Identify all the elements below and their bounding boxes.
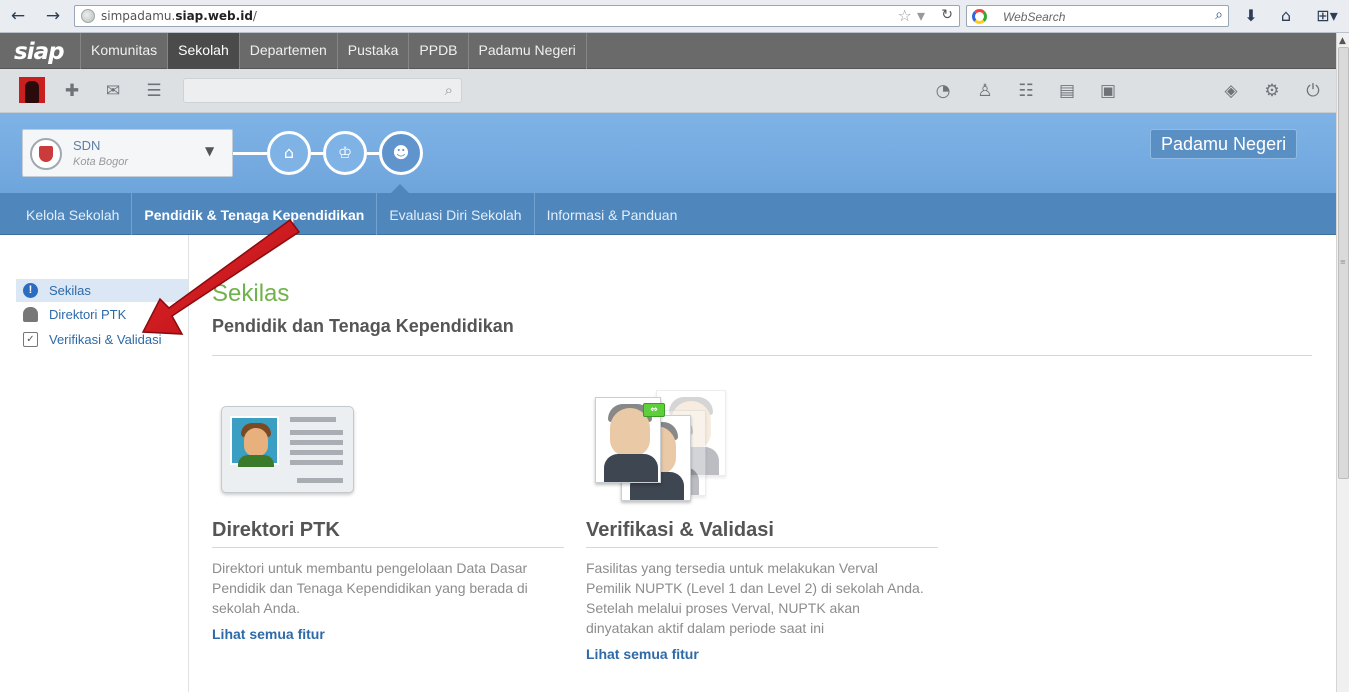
sidebar-item-label: Sekilas [49, 283, 91, 298]
section-tab-evaluasi[interactable]: Evaluasi Diri Sekolah [377, 193, 535, 235]
magnifier-icon[interactable]: ⌕ [1215, 7, 1223, 23]
url-text: simpadamu.siap.web.id/ [101, 9, 257, 23]
browser-toolbar: ← → simpadamu.siap.web.id/ ☆ ▾ ↻ WebSear… [0, 0, 1349, 33]
addons-icon[interactable]: ⊞▾ [1312, 5, 1342, 27]
power-icon[interactable]: ⏻ [1302, 80, 1324, 102]
back-arrow-icon[interactable]: ← [7, 6, 29, 26]
gear-icon[interactable]: ⚙ [1261, 80, 1283, 102]
utility-bar: ✚ ✉ ☰ ⌕ ◔ ♙ ☷ ▤ ▣ ◈ ⚙ ⏻ [0, 69, 1336, 113]
site-navbar: siap Komunitas Sekolah Departemen Pustak… [0, 33, 1336, 69]
section-navbar: Kelola Sekolah Pendidik & Tenaga Kependi… [0, 193, 1336, 235]
document-icon[interactable]: ▤ [1056, 80, 1078, 102]
browser-search-placeholder: WebSearch [1003, 10, 1066, 24]
mail-icon[interactable]: ✉ [102, 80, 124, 102]
site-search-input[interactable]: ⌕ [183, 78, 462, 103]
page-title: Sekilas [212, 280, 290, 307]
info-icon: ! [23, 283, 38, 298]
school-logo [30, 138, 62, 170]
chevron-down-icon[interactable]: ▼ [205, 144, 214, 158]
section-tab-ptk[interactable]: Pendidik & Tenaga Kependidikan [132, 193, 378, 235]
nav-tab-sekolah[interactable]: Sekolah [167, 33, 239, 69]
scroll-thumb[interactable]: ≡ [1338, 47, 1349, 479]
browser-search-input[interactable]: WebSearch ⌕ [966, 5, 1229, 27]
home-icon[interactable]: ⌂ [1274, 5, 1298, 27]
see-all-features-link[interactable]: Lihat semua fitur [586, 646, 699, 662]
step-connector [367, 152, 379, 155]
person-icon [23, 307, 38, 322]
group-icon[interactable]: ☷ [1015, 80, 1037, 102]
sidebar-item-label: Verifikasi & Validasi [49, 332, 162, 347]
card-verifikasi-validasi: ⇔ Verifikasi & Validasi Fasilitas yang t… [586, 385, 938, 685]
package-icon[interactable]: ◈ [1220, 80, 1242, 102]
step-school-icon[interactable]: ⌂ [267, 131, 311, 175]
swap-icon: ⇔ [643, 403, 665, 417]
card-description: Direktori untuk membantu pengelolaan Dat… [212, 560, 528, 616]
step-person-icon[interactable]: ☻ [379, 131, 423, 175]
search-engine-icon[interactable] [972, 9, 987, 24]
divider [212, 355, 1312, 356]
school-name: SDN [73, 138, 101, 153]
scroll-up-icon[interactable]: ▲ [1339, 36, 1346, 46]
school-header: SDN Kota Bogor ▼ ⌂ ♔ ☻ Padamu Negeri [0, 113, 1336, 193]
school-selector[interactable]: SDN Kota Bogor ▼ [22, 129, 233, 177]
rss-icon[interactable]: ◔ [932, 80, 954, 102]
step-connector [233, 152, 267, 155]
active-step-pointer [391, 184, 409, 193]
school-city: Kota Bogor [73, 156, 129, 168]
padamu-negeri-badge[interactable]: Padamu Negeri [1150, 129, 1298, 159]
section-tab-informasi[interactable]: Informasi & Panduan [535, 193, 690, 235]
sidebar-item-direktori-ptk[interactable]: Direktori PTK [16, 303, 188, 326]
scrollbar[interactable]: ▲ ≡ [1336, 33, 1349, 692]
sidebar: ! Sekilas Direktori PTK ✓ Verifikasi & V… [0, 235, 189, 692]
step-connector [311, 152, 323, 155]
contact-card-icon[interactable]: ▣ [1097, 80, 1119, 102]
nav-tab-ppdb[interactable]: PPDB [408, 33, 467, 69]
verval-illustration: ⇔ [586, 385, 938, 510]
id-card-illustration [212, 385, 564, 510]
nav-tab-komunitas[interactable]: Komunitas [80, 33, 167, 69]
nav-tab-departemen[interactable]: Departemen [238, 33, 337, 69]
sidebar-item-sekilas[interactable]: ! Sekilas [16, 279, 188, 302]
globe-icon [81, 9, 95, 23]
nav-tab-pustaka[interactable]: Pustaka [336, 33, 409, 69]
step-crown-icon[interactable]: ♔ [323, 131, 367, 175]
sidebar-item-verifikasi[interactable]: ✓ Verifikasi & Validasi [16, 328, 188, 351]
avatar[interactable] [19, 77, 45, 103]
see-all-features-link[interactable]: Lihat semua fitur [212, 626, 325, 642]
reload-icon[interactable]: ↻ [941, 7, 953, 23]
nav-tab-padamu-negeri[interactable]: Padamu Negeri [467, 33, 587, 69]
clipboard-check-icon: ✓ [23, 332, 38, 347]
card-title: Direktori PTK [212, 519, 564, 548]
page-subtitle: Pendidik dan Tenaga Kependidikan [212, 316, 514, 336]
organization-icon[interactable]: ♙ [974, 80, 996, 102]
card-title: Verifikasi & Validasi [586, 519, 938, 548]
bookmark-star-icon[interactable]: ☆ ▾ [898, 6, 925, 25]
section-tab-kelola-sekolah[interactable]: Kelola Sekolah [14, 193, 133, 235]
url-bar[interactable]: simpadamu.siap.web.id/ ☆ ▾ ↻ [74, 5, 960, 27]
card-description: Fasilitas yang tersedia untuk melakukan … [586, 560, 924, 636]
siap-logo[interactable]: siap [14, 39, 65, 65]
forward-arrow-icon[interactable]: → [42, 6, 64, 26]
new-post-icon[interactable]: ✚ [61, 80, 83, 102]
card-direktori-ptk: Direktori PTK Direktori untuk membantu p… [212, 385, 564, 685]
list-icon[interactable]: ☰ [143, 80, 165, 102]
download-icon[interactable]: ⬇ [1239, 5, 1263, 27]
sidebar-item-label: Direktori PTK [49, 307, 127, 322]
site-tabs: Komunitas Sekolah Departemen Pustaka PPD… [80, 33, 587, 69]
search-icon[interactable]: ⌕ [445, 81, 453, 99]
